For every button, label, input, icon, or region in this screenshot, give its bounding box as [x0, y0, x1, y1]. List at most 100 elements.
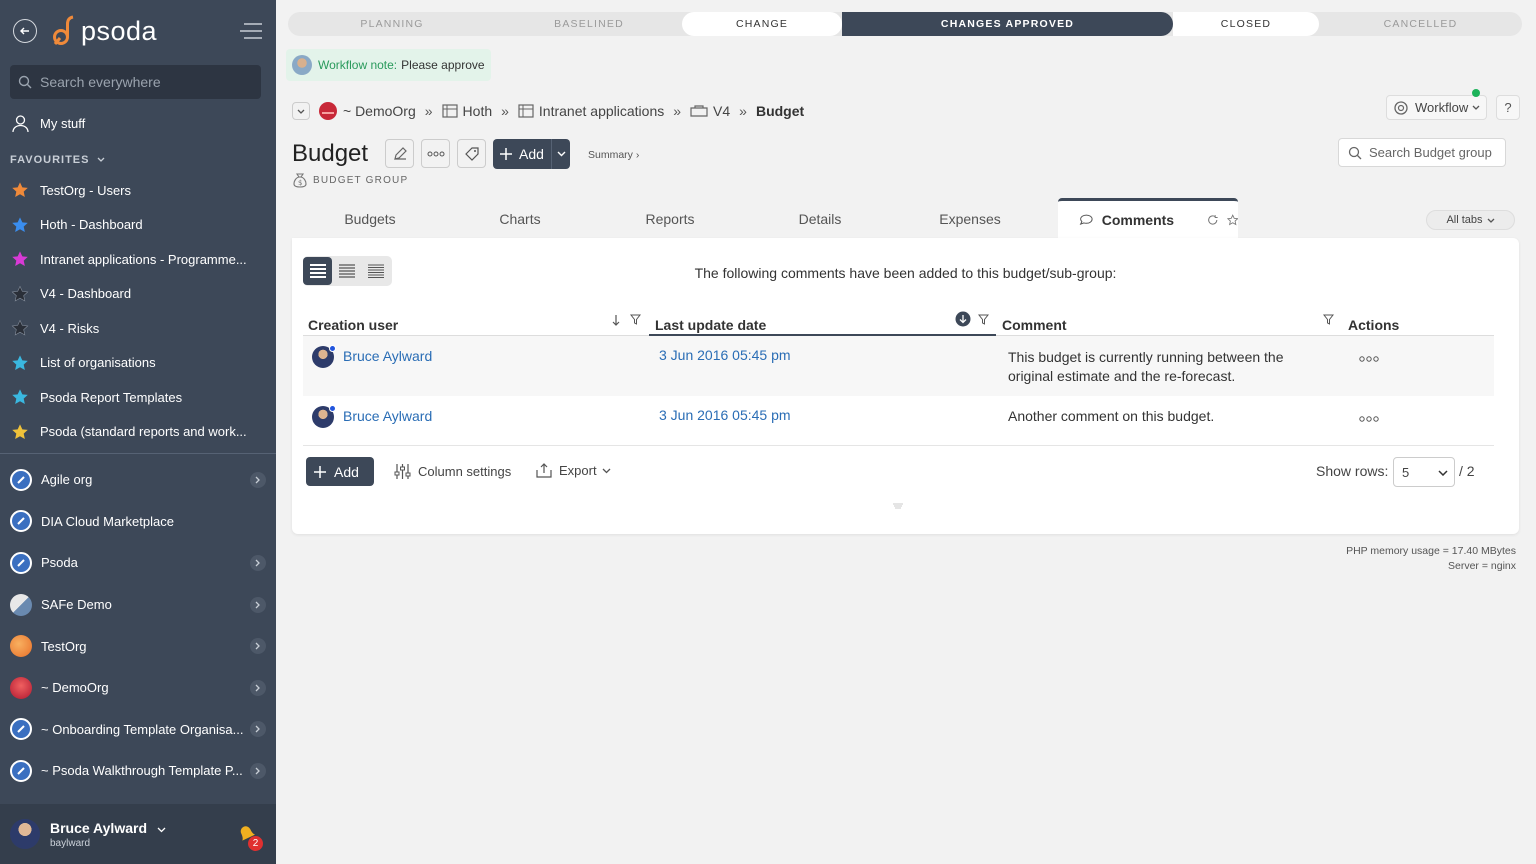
favourite-item[interactable]: V4 - Dashboard — [0, 277, 276, 312]
add-comment-button[interactable]: Add — [306, 457, 374, 486]
programme-icon — [441, 104, 458, 118]
favourite-item[interactable]: Psoda Report Templates — [0, 380, 276, 415]
sort-icon[interactable] — [611, 314, 621, 326]
add-button[interactable]: Add — [493, 139, 570, 169]
rows-per-page-select[interactable]: 5 — [1393, 457, 1455, 487]
org-item-psoda[interactable]: Psoda — [0, 542, 276, 584]
star-icon — [11, 285, 29, 302]
tab-reports[interactable]: Reports — [595, 211, 745, 227]
user-icon — [12, 115, 29, 133]
org-logo-icon — [10, 676, 32, 699]
arrow-left-icon — [20, 27, 29, 35]
favourite-item[interactable]: List of organisations — [0, 346, 276, 381]
breadcrumb-item[interactable]: Hoth — [463, 103, 493, 119]
main-content: PLANNING BASELINED CHANGE CHANGES APPROV… — [276, 0, 1536, 864]
more-options-button[interactable] — [421, 139, 450, 168]
last-update-date-link[interactable]: 3 Jun 2016 05:45 pm — [659, 347, 791, 363]
workflow-note: Workflow note: Please approve — [286, 49, 491, 81]
chevron-right-icon[interactable] — [250, 554, 266, 571]
sort-descending-icon[interactable] — [955, 311, 971, 327]
comment-text: This budget is currently running between… — [1008, 348, 1284, 386]
help-button[interactable]: ? — [1496, 95, 1520, 120]
back-button[interactable] — [13, 19, 37, 43]
breadcrumb: ~ DemoOrg » Hoth » Intranet applications… — [292, 100, 804, 122]
table-header: Creation user Last update date Comment A… — [303, 302, 1494, 336]
breadcrumb-item[interactable]: ~ DemoOrg — [343, 103, 416, 119]
chevron-right-icon[interactable] — [250, 721, 266, 738]
org-item-agile-org[interactable]: Agile org — [0, 459, 276, 501]
stage-baselined: BASELINED — [554, 18, 624, 30]
notification-badge: 2 — [248, 836, 263, 851]
org-compass-icon — [10, 468, 32, 491]
org-item-testorg[interactable]: TestOrg — [0, 625, 276, 667]
more-horizontal-icon[interactable] — [1359, 354, 1379, 364]
org-label: ~ DemoOrg — [41, 680, 109, 696]
global-search-input[interactable] — [40, 74, 240, 90]
last-update-date-link[interactable]: 3 Jun 2016 05:45 pm — [659, 407, 791, 423]
user-menu[interactable]: Bruce Aylward baylward 2 — [0, 804, 276, 864]
add-dropdown[interactable] — [551, 139, 570, 169]
favourite-item[interactable]: V4 - Risks — [0, 311, 276, 346]
chevron-down-icon — [157, 827, 166, 832]
chevron-right-icon[interactable] — [250, 638, 266, 655]
all-tabs-label: All tabs — [1446, 214, 1483, 226]
comment-icon — [1079, 214, 1093, 225]
breadcrumb-item[interactable]: V4 — [713, 103, 730, 119]
breadcrumb-item[interactable]: Intranet applications — [539, 103, 664, 119]
chevron-right-icon[interactable] — [250, 471, 266, 488]
chevron-down-icon — [602, 468, 611, 473]
favourite-item[interactable]: Hoth - Dashboard — [0, 208, 276, 243]
org-item-dia-cloud[interactable]: DIA Cloud Marketplace — [0, 501, 276, 543]
favourite-item[interactable]: TestOrg - Users — [0, 173, 276, 208]
rows-per-page-value: 5 — [1402, 464, 1410, 480]
export-button[interactable]: Export — [536, 463, 611, 478]
org-item-safe-demo[interactable]: SAFe Demo — [0, 584, 276, 626]
creation-user-link[interactable]: Bruce Aylward — [343, 408, 432, 424]
favourites-toggle[interactable]: FAVOURITES — [10, 154, 105, 166]
breadcrumb-dropdown[interactable] — [292, 102, 310, 120]
favourite-label: V4 - Risks — [40, 320, 100, 336]
collapse-sidebar-button[interactable] — [238, 22, 264, 45]
tab-details[interactable]: Details — [745, 211, 895, 227]
org-item-demoorg[interactable]: ~ DemoOrg — [0, 667, 276, 709]
more-horizontal-icon[interactable] — [1359, 414, 1379, 424]
page-title: Budget — [292, 140, 369, 167]
tab-comments[interactable]: Comments — [1058, 198, 1238, 238]
workflow-stage-bar: PLANNING BASELINED CHANGE CHANGES APPROV… — [288, 12, 1522, 36]
tab-charts[interactable]: Charts — [445, 211, 595, 227]
comment-line: Another comment on this budget. — [1008, 408, 1215, 424]
favourite-item[interactable]: Psoda (standard reports and work... — [0, 415, 276, 450]
psoda-logo[interactable]: psoda — [52, 14, 157, 48]
edit-button[interactable] — [385, 139, 414, 168]
filter-icon[interactable] — [978, 314, 989, 325]
all-tabs-button[interactable]: All tabs — [1426, 210, 1515, 230]
comments-panel: The following comments have been added t… — [292, 238, 1519, 534]
refresh-icon[interactable] — [1207, 213, 1218, 227]
org-item-walkthrough[interactable]: ~ Psoda Walkthrough Template P... — [0, 750, 276, 792]
chevron-right-icon[interactable] — [250, 679, 266, 696]
my-stuff-link[interactable]: My stuff — [11, 114, 85, 133]
budget-search-input[interactable] — [1369, 145, 1495, 160]
summary-link[interactable]: Summary › — [588, 149, 639, 161]
chevron-right-icon[interactable] — [250, 762, 266, 779]
budget-search[interactable] — [1338, 138, 1506, 167]
creation-user-link[interactable]: Bruce Aylward — [343, 348, 432, 364]
comment-line: original estimate and the re-forecast. — [1008, 368, 1236, 384]
global-search[interactable] — [10, 65, 261, 99]
column-label: Creation user — [308, 317, 399, 333]
breadcrumb-separator: » — [673, 103, 682, 119]
filter-icon[interactable] — [630, 314, 641, 325]
workflow-button[interactable]: Workflow — [1386, 95, 1488, 120]
chevron-right-icon[interactable] — [250, 596, 266, 613]
org-item-onboarding[interactable]: ~ Onboarding Template Organisa... — [0, 709, 276, 751]
column-settings-button[interactable]: Column settings — [394, 463, 511, 480]
star-icon[interactable] — [1226, 213, 1238, 227]
filter-icon[interactable] — [1323, 314, 1334, 325]
resize-grip-icon[interactable] — [892, 503, 904, 509]
chevron-down-icon — [1472, 105, 1480, 110]
tab-expenses[interactable]: Expenses — [895, 211, 1045, 227]
breadcrumb-current: Budget — [755, 103, 805, 119]
tab-budgets[interactable]: Budgets — [295, 211, 445, 227]
favourite-item[interactable]: Intranet applications - Programme... — [0, 242, 276, 277]
tag-button[interactable] — [457, 139, 486, 168]
